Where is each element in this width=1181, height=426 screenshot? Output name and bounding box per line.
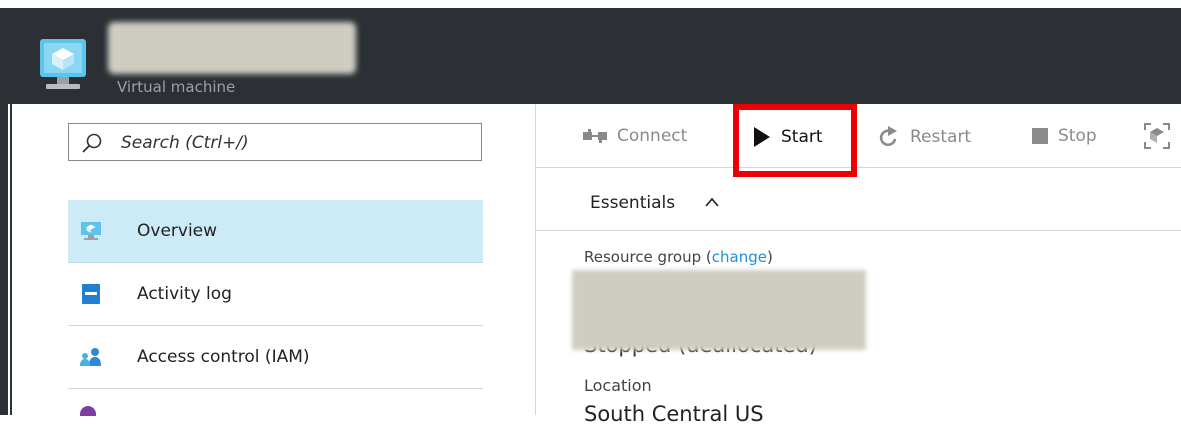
header-subtitle: Virtual machine xyxy=(117,78,236,96)
essentials-divider xyxy=(536,230,1181,231)
location-value: South Central US xyxy=(584,402,764,426)
users-icon xyxy=(80,348,101,366)
blade-header: Virtual machine xyxy=(0,0,1181,104)
location-label: Location xyxy=(584,376,652,395)
change-link[interactable]: change xyxy=(712,248,767,266)
resource-menu: Overview Activity log Access control (IA… xyxy=(68,200,483,389)
stop-button[interactable]: Stop xyxy=(1032,126,1097,146)
chevron-up-icon[interactable] xyxy=(705,196,719,208)
search-icon xyxy=(82,133,102,153)
stop-label: Stop xyxy=(1058,126,1097,146)
stop-icon xyxy=(1032,128,1048,144)
left-edge xyxy=(0,8,8,415)
nav-item-label: Activity log xyxy=(137,284,232,304)
restart-button[interactable]: Restart xyxy=(878,126,971,148)
vm-name-redacted xyxy=(108,22,356,74)
activity-log-icon xyxy=(82,284,100,304)
start-highlight-box xyxy=(733,104,857,177)
nav-item-activity-log[interactable]: Activity log xyxy=(68,263,483,326)
nav-item-overview[interactable]: Overview xyxy=(68,200,483,263)
capture-button[interactable] xyxy=(1144,123,1180,149)
left-edge-line xyxy=(10,104,12,415)
virtual-machine-icon xyxy=(40,39,86,89)
capture-icon xyxy=(1144,123,1170,149)
nav-item-label: Access control (IAM) xyxy=(137,347,310,367)
search-input[interactable] xyxy=(119,130,473,156)
redacted-values xyxy=(572,270,866,350)
resource-group-text: Resource group xyxy=(584,248,702,266)
connect-button[interactable]: Connect xyxy=(583,126,687,146)
search-box[interactable] xyxy=(68,123,482,161)
essentials-title[interactable]: Essentials xyxy=(590,193,675,213)
vm-monitor-icon xyxy=(81,222,101,240)
command-bar: Connect Start Restart Stop xyxy=(536,104,1181,168)
restart-icon xyxy=(879,126,897,146)
connect-icon xyxy=(583,129,607,143)
connect-label: Connect xyxy=(617,126,688,146)
restart-label: Restart xyxy=(910,127,972,147)
resource-group-label: Resource group (change) xyxy=(584,248,773,266)
paren-close: ) xyxy=(766,248,773,266)
nav-item-label: Overview xyxy=(137,221,218,241)
nav-item-access-control[interactable]: Access control (IAM) xyxy=(68,326,483,389)
top-strip xyxy=(0,0,1181,8)
